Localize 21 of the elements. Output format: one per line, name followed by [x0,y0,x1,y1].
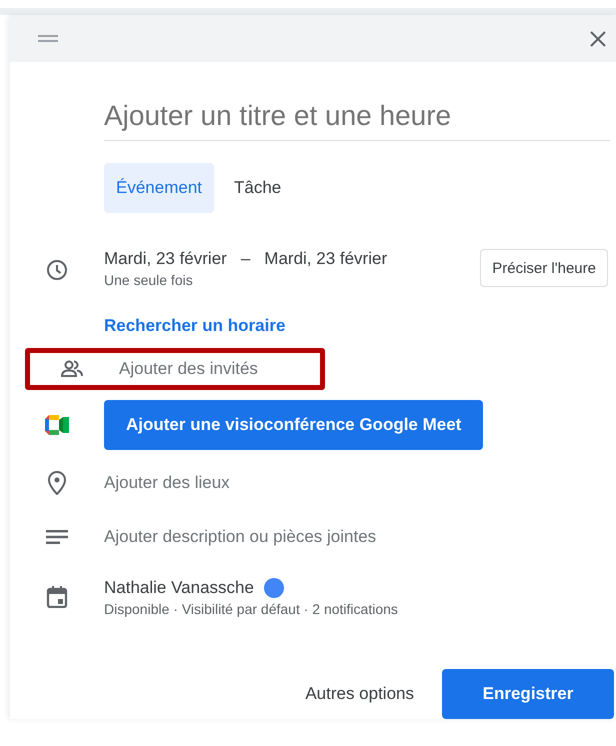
close-icon[interactable] [589,30,607,48]
guests-placeholder: Ajouter des invités [119,359,258,379]
tab[interactable]: Événement [104,163,214,213]
guests-row[interactable]: Ajouter des invités [25,348,325,390]
date-separator: – [240,249,250,269]
schedule-link[interactable]: Rechercher un horaire [104,316,616,336]
event-details[interactable]: Disponible · Visibilité par défaut · 2 notifications [104,601,398,617]
more-options-button[interactable]: Autres options [299,683,420,705]
tab[interactable]: Tâche [222,163,294,213]
location-placeholder[interactable]: Ajouter des lieux [104,473,230,493]
time-button[interactable]: Préciser l'heure [480,249,608,287]
drag-handle-icon[interactable] [38,34,58,42]
end-date[interactable]: Mardi, 23 février [264,249,388,269]
description-placeholder[interactable]: Ajouter description ou pièces jointes [104,527,376,547]
calendar-owner[interactable]: Nathalie Vanassche [104,578,254,598]
recurrence-text[interactable]: Une seule fois [104,272,388,288]
title-field[interactable]: Ajouter un titre et une heure [104,96,610,141]
video-camera-icon [42,415,72,435]
meet-button[interactable]: Ajouter une visioconférence Google Meet [104,400,484,450]
save-button[interactable]: Enregistrer [442,669,614,719]
start-date[interactable]: Mardi, 23 février [104,249,227,269]
